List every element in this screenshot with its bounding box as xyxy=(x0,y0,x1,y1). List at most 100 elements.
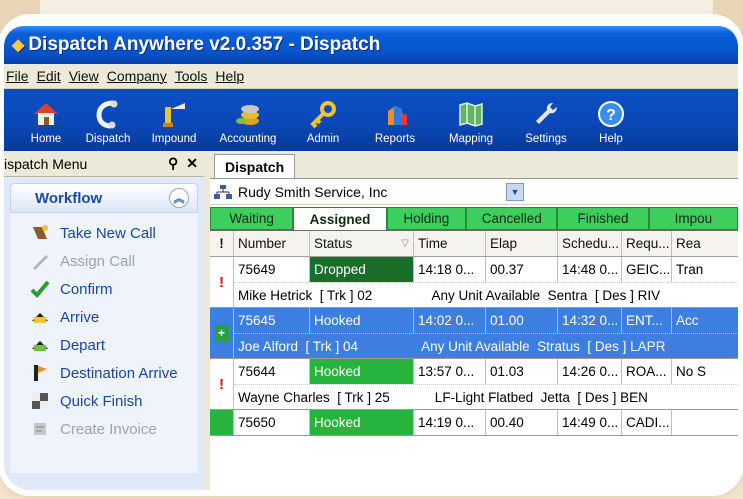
table-row[interactable]: 75650 Hooked 14:19 0... 00.40 14:49 0...… xyxy=(210,410,738,436)
workflow-quick-finish[interactable]: Quick Finish xyxy=(10,387,198,415)
menu-view[interactable]: View xyxy=(69,68,99,84)
toolbar-admin-label: Admin xyxy=(306,133,340,145)
row-detail: Wayne Charles [ Trk ] 25 LF-Light Flatbe… xyxy=(234,384,738,409)
cell-time: 14:19 0... xyxy=(414,410,486,435)
menu-help[interactable]: Help xyxy=(215,68,244,84)
key-icon xyxy=(310,101,336,129)
toolbar-reports-button[interactable]: Reports xyxy=(356,91,434,145)
col-requested[interactable]: Requ... xyxy=(622,231,672,256)
cell-status: Hooked xyxy=(310,359,414,384)
tab-cancelled[interactable]: Cancelled xyxy=(466,207,558,230)
table-row-selected[interactable]: + 75645 Hooked 14:02 0... 01.00 14:32 0.… xyxy=(210,308,738,359)
dispatch-menu-pane: ispatch Menu ⚲ ✕ Workflow ︽ Take New Cal… xyxy=(4,151,204,490)
workflow-item-label: Create Invoice xyxy=(60,420,157,438)
toolbar-accounting-button[interactable]: Accounting xyxy=(206,91,290,145)
dispatch-content-pane: Dispatch Rudy Smith Service, Inc ▼ Waiti… xyxy=(210,151,738,490)
workflow-assign-call[interactable]: Assign Call xyxy=(10,247,198,275)
col-time[interactable]: Time xyxy=(414,231,486,256)
network-icon xyxy=(214,184,232,199)
status-tab-bar: Waiting Assigned Holding Cancelled Finis… xyxy=(210,205,738,231)
cell-number: 75650 xyxy=(234,410,310,435)
cell-scheduled: 14:48 0... xyxy=(558,257,622,282)
tab-holding[interactable]: Holding xyxy=(386,207,467,230)
workflow-take-new-call[interactable]: Take New Call xyxy=(10,219,198,247)
toolbar-admin-button[interactable]: Admin xyxy=(290,91,356,145)
workflow-list: Take New Call Assign Call Confirm Arrive xyxy=(10,213,198,473)
toolbar-impound-button[interactable]: Impound xyxy=(142,91,206,145)
workflow-depart[interactable]: Depart xyxy=(10,331,198,359)
workflow-header[interactable]: Workflow ︽ xyxy=(10,183,198,213)
toolbar-impound-label: Impound xyxy=(151,133,197,145)
table-row[interactable]: ! 75644 Hooked 13:57 0... 01.03 14:26 0.… xyxy=(210,359,738,410)
toolbar-home-button[interactable]: Home xyxy=(18,91,74,145)
toolbar-accounting-label: Accounting xyxy=(219,133,277,145)
tab-waiting[interactable]: Waiting xyxy=(210,207,294,230)
priority-flag: ! xyxy=(210,257,234,307)
tab-impound[interactable]: Impou xyxy=(648,207,738,230)
cell-requested: ENT... xyxy=(622,308,672,333)
app-window: ◆ Dispatch Anywhere v2.0.357 - Dispatch … xyxy=(4,26,738,490)
wrench-icon xyxy=(536,103,557,124)
col-status-label: Status xyxy=(314,236,353,251)
cell-time: 14:18 0... xyxy=(414,257,486,282)
screenshot-frame: ◆ Dispatch Anywhere v2.0.357 - Dispatch … xyxy=(4,20,738,490)
workflow-title: Workflow xyxy=(35,189,103,207)
cell-requested: CADI... xyxy=(622,410,672,435)
table-row[interactable]: ! 75649 Dropped 14:18 0... 00.37 14:48 0… xyxy=(210,257,738,308)
toolbar-mapping-button[interactable]: Mapping xyxy=(434,91,508,145)
col-scheduled[interactable]: Schedu... xyxy=(558,231,622,256)
menu-edit[interactable]: Edit xyxy=(37,68,61,84)
menu-tools[interactable]: Tools xyxy=(175,68,208,84)
toolbar-help-label: Help xyxy=(599,133,623,145)
workflow-item-label: Assign Call xyxy=(60,252,136,270)
grid-header: ! Number Status ▽ Time Elap Schedu... Re… xyxy=(210,231,738,257)
toolbar-help-button[interactable]: ? Help xyxy=(584,91,638,145)
title-bar[interactable]: ◆ Dispatch Anywhere v2.0.357 - Dispatch xyxy=(4,26,738,64)
tab-assigned[interactable]: Assigned xyxy=(293,207,387,230)
cell-reason: Tran xyxy=(676,262,704,277)
cell-elap: 01.03 xyxy=(486,359,558,384)
toolbar-mapping-label: Mapping xyxy=(448,133,494,145)
chevron-up-icon[interactable]: ︽ xyxy=(169,188,189,208)
new-call-icon xyxy=(33,225,48,239)
cell-time: 14:02 0... xyxy=(414,308,486,333)
cell-requested: ROA... xyxy=(622,359,672,384)
main-toolbar: Home Dispatch Impound Accounting Admin R… xyxy=(4,89,738,151)
close-icon[interactable]: ✕ xyxy=(186,155,198,172)
col-status[interactable]: Status ▽ xyxy=(310,231,414,256)
col-number[interactable]: Number xyxy=(234,231,310,256)
cell-scheduled: 14:26 0... xyxy=(558,359,622,384)
col-reason[interactable]: Rea xyxy=(672,231,712,256)
invoice-icon xyxy=(34,423,46,435)
cell-status: Dropped xyxy=(310,257,414,282)
workflow-destination-arrive[interactable]: Destination Arrive xyxy=(10,359,198,387)
cell-status: Hooked xyxy=(310,410,414,435)
company-select[interactable]: Rudy Smith Service, Inc xyxy=(238,184,506,200)
priority-flag: + xyxy=(210,308,234,358)
pin-icon[interactable]: ⚲ xyxy=(168,155,178,172)
cell-scheduled: 14:49 0... xyxy=(558,410,622,435)
impound-icon xyxy=(163,103,185,127)
cell-number: 75645 xyxy=(234,308,310,333)
menu-bar: File Edit View Company Tools Help xyxy=(4,64,738,89)
workflow-confirm[interactable]: Confirm xyxy=(10,275,198,303)
row-detail: Joe Alford [ Trk ] 04 Any Unit Available… xyxy=(234,333,738,358)
tab-dispatch[interactable]: Dispatch xyxy=(214,154,296,178)
dispatch-menu-header: ispatch Menu ⚲ ✕ xyxy=(4,151,204,177)
depart-icon xyxy=(32,341,48,351)
workflow-create-invoice[interactable]: Create Invoice xyxy=(10,415,198,443)
toolbar-settings-button[interactable]: Settings xyxy=(508,91,584,145)
menu-file[interactable]: File xyxy=(6,68,29,84)
exclamation-icon: ! xyxy=(219,273,224,291)
workflow-arrive[interactable]: Arrive xyxy=(10,303,198,331)
toolbar-dispatch-button[interactable]: Dispatch xyxy=(74,91,142,145)
col-elap[interactable]: Elap xyxy=(486,231,558,256)
workflow-item-label: Depart xyxy=(60,336,106,354)
tab-finished[interactable]: Finished xyxy=(557,207,649,230)
col-flag[interactable]: ! xyxy=(210,231,234,256)
chevron-down-icon[interactable]: ▼ xyxy=(506,182,524,201)
help-icon: ? xyxy=(598,101,624,127)
home-icon xyxy=(34,103,58,125)
menu-company[interactable]: Company xyxy=(107,68,167,84)
app-icon: ◆ xyxy=(12,37,25,54)
